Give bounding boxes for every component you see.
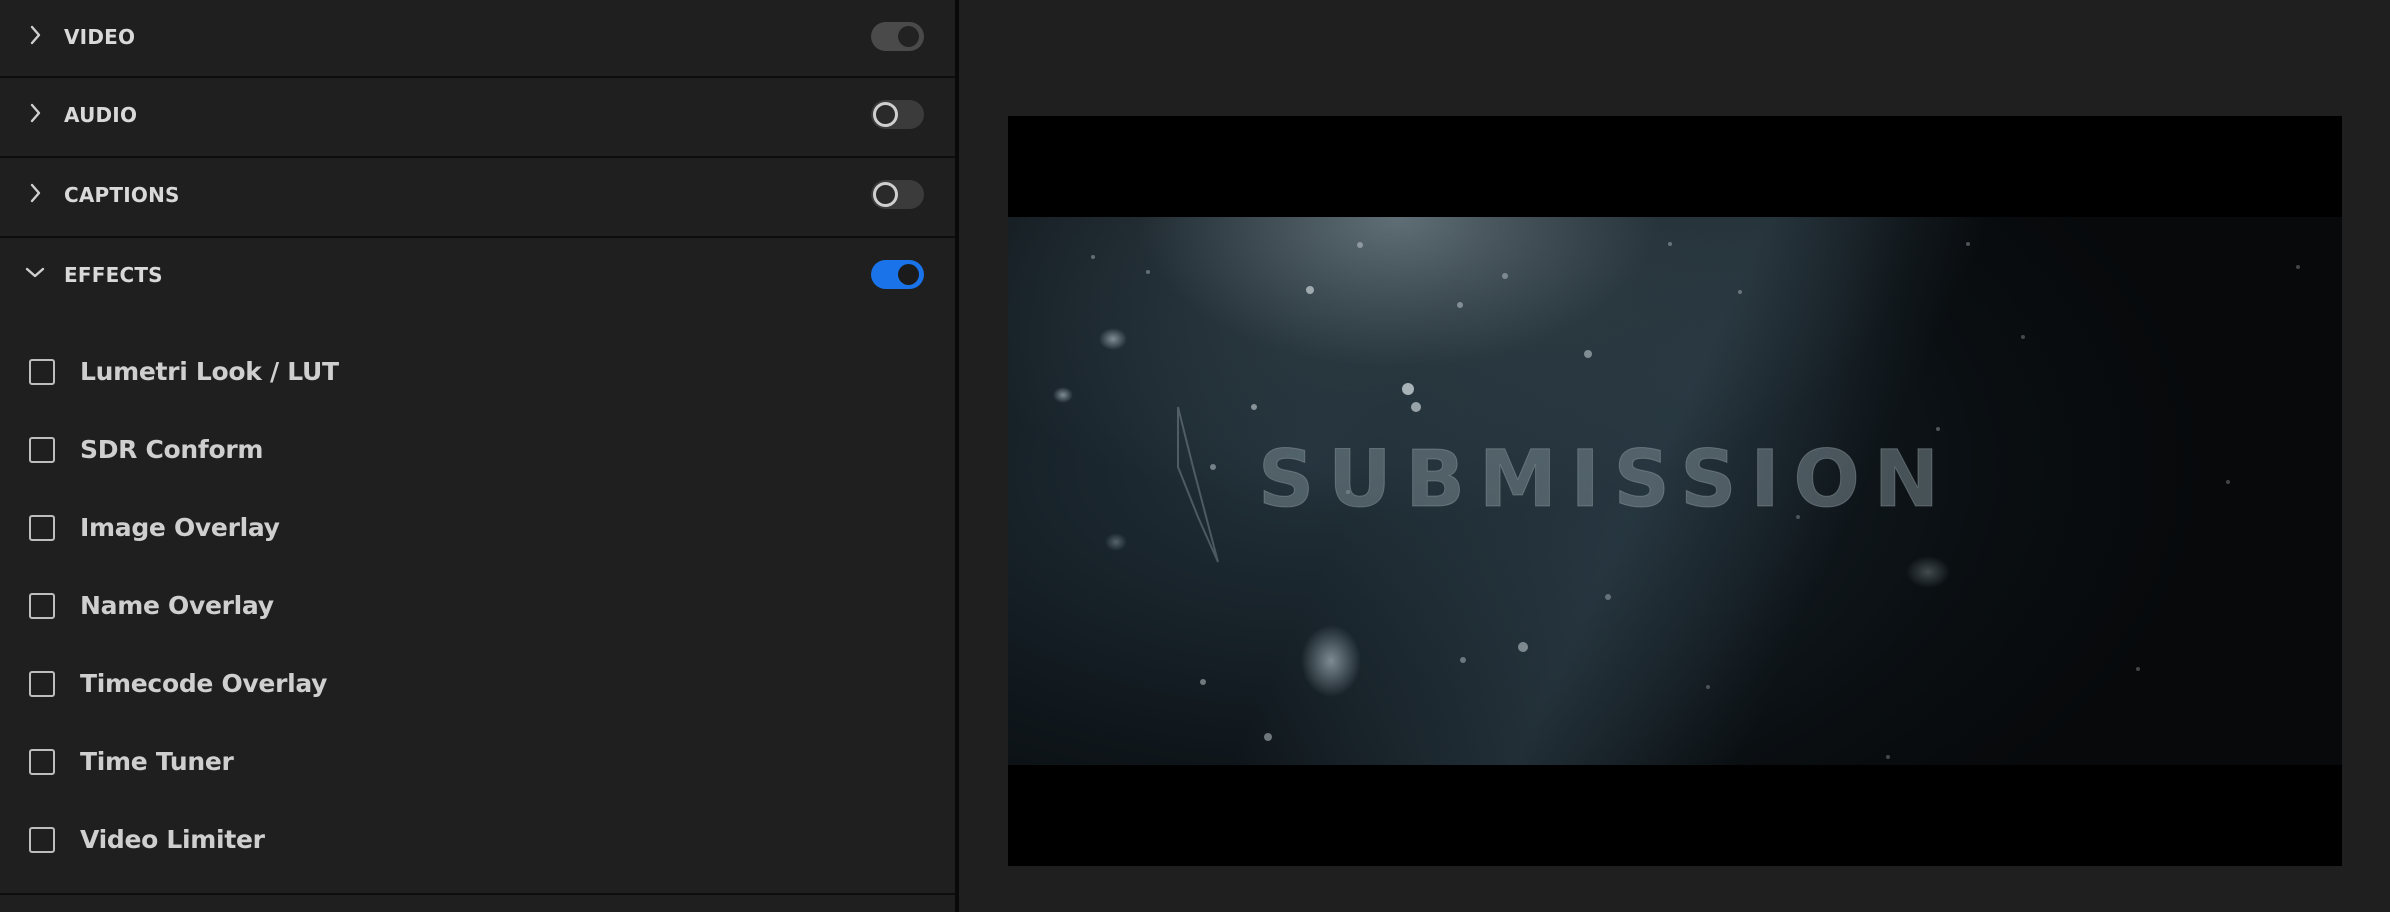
toggle-knob (898, 264, 919, 285)
section-video[interactable]: VIDEO (0, 0, 955, 78)
effect-label: Timecode Overlay (80, 669, 328, 698)
effect-item-lumetri[interactable]: Lumetri Look / LUT (0, 348, 955, 408)
captions-toggle[interactable] (871, 180, 924, 209)
section-effects[interactable]: EFFECTS (0, 238, 955, 316)
section-label-video: VIDEO (64, 25, 136, 49)
effect-checkbox[interactable] (29, 359, 55, 385)
section-label-captions: CAPTIONS (64, 183, 180, 207)
effect-checkbox[interactable] (29, 671, 55, 697)
effect-label: Video Limiter (80, 825, 265, 854)
chevron-right-icon[interactable] (24, 102, 46, 124)
video-toggle[interactable] (871, 22, 924, 51)
effect-checkbox[interactable] (29, 515, 55, 541)
panel-bottom-divider (0, 893, 955, 895)
effects-toggle[interactable] (871, 260, 924, 289)
effect-item-timecode-overlay[interactable]: Timecode Overlay (0, 660, 955, 720)
effect-item-time-tuner[interactable]: Time Tuner (0, 738, 955, 798)
chevron-right-icon[interactable] (24, 24, 46, 46)
section-captions[interactable]: CAPTIONS (0, 158, 955, 238)
chevron-down-icon[interactable] (24, 261, 46, 283)
effect-checkbox[interactable] (29, 437, 55, 463)
effect-item-sdr-conform[interactable]: SDR Conform (0, 426, 955, 486)
effect-label: SDR Conform (80, 435, 264, 464)
export-settings-panel: VIDEO AUDIO CAPTIONS EFFECTS Lumetri Loo… (0, 0, 955, 912)
effect-label: Image Overlay (80, 513, 280, 542)
effect-checkbox[interactable] (29, 749, 55, 775)
chevron-right-icon[interactable] (24, 182, 46, 204)
section-label-audio: AUDIO (64, 103, 138, 127)
toggle-knob (898, 26, 919, 47)
effect-item-video-limiter[interactable]: Video Limiter (0, 816, 955, 876)
video-frame-image: SUBMISSION (1008, 217, 2342, 765)
effect-checkbox[interactable] (29, 593, 55, 619)
effect-label: Time Tuner (80, 747, 234, 776)
section-label-effects: EFFECTS (64, 263, 163, 287)
effect-label: Name Overlay (80, 591, 274, 620)
section-audio[interactable]: AUDIO (0, 78, 955, 158)
effect-checkbox[interactable] (29, 827, 55, 853)
video-title-text: SUBMISSION (1257, 435, 1954, 526)
effect-label: Lumetri Look / LUT (80, 357, 339, 386)
effect-item-image-overlay[interactable]: Image Overlay (0, 504, 955, 564)
toggle-knob (873, 102, 898, 127)
effect-item-name-overlay[interactable]: Name Overlay (0, 582, 955, 642)
video-preview[interactable]: SUBMISSION (1008, 116, 2342, 866)
audio-toggle[interactable] (871, 100, 924, 129)
toggle-knob (873, 182, 898, 207)
